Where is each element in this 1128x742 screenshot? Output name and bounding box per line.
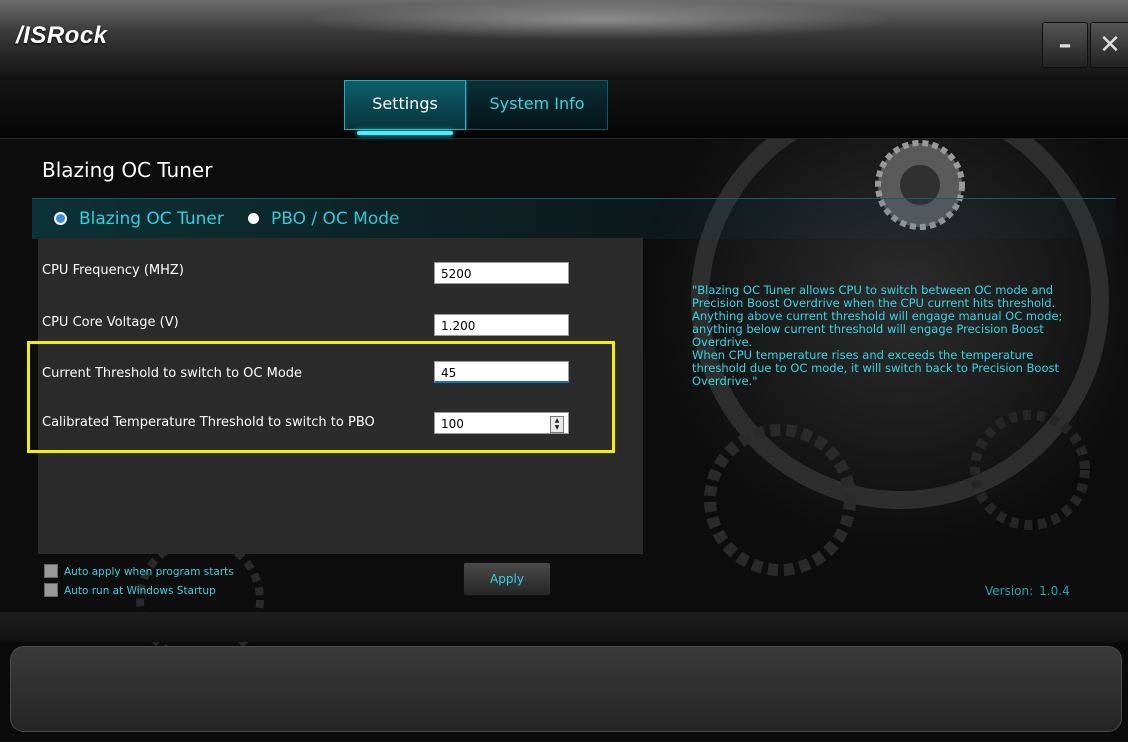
- apply-button[interactable]: Apply: [463, 562, 551, 596]
- cpu-frequency-input[interactable]: 5200: [434, 262, 569, 284]
- title-bar-sheen: [300, 0, 900, 40]
- asrock-logo: /ISRock: [16, 22, 108, 49]
- title-bar: /ISRock – ✕: [0, 0, 1128, 81]
- radio-blazing-label: Blazing OC Tuner: [79, 209, 224, 229]
- mode-selector: Blazing OC Tuner PBO / OC Mode: [32, 198, 1116, 239]
- minimize-button[interactable]: –: [1042, 22, 1088, 68]
- auto-run-checkbox[interactable]: Auto run at Windows Startup: [44, 583, 216, 598]
- cpu-core-voltage-label: CPU Core Voltage (V): [42, 315, 179, 330]
- auto-apply-label: Auto apply when program starts: [64, 566, 234, 578]
- minimize-icon: –: [1058, 30, 1072, 60]
- bottom-panel: [10, 646, 1122, 732]
- radio-blazing-oc-tuner[interactable]: Blazing OC Tuner: [54, 209, 224, 229]
- checkbox-icon: [44, 583, 58, 597]
- cpu-frequency-label: CPU Frequency (MHZ): [42, 263, 184, 278]
- tab-settings[interactable]: Settings: [344, 80, 466, 135]
- tab-settings-label: Settings: [372, 94, 438, 113]
- cpu-core-voltage-input[interactable]: 1.200: [434, 314, 569, 336]
- version-info: Version: 1.0.4: [985, 584, 1070, 598]
- close-button[interactable]: ✕: [1090, 22, 1128, 68]
- section-title: Blazing OC Tuner: [42, 158, 213, 182]
- tab-system-info[interactable]: System Info: [466, 80, 608, 130]
- app-window: /ISRock – ✕ Settings System Info Blazing…: [0, 0, 1128, 742]
- radio-selected-icon: [54, 211, 67, 225]
- tab-bar: Settings System Info: [0, 80, 1128, 139]
- radio-unselected-icon: [248, 212, 259, 224]
- version-value: 1.0.4: [1039, 584, 1070, 598]
- radio-pbo-oc-mode[interactable]: PBO / OC Mode: [248, 209, 400, 229]
- description-text: "Blazing OC Tuner allows CPU to switch b…: [692, 283, 1063, 388]
- active-tab-indicator: [357, 131, 453, 135]
- auto-apply-checkbox[interactable]: Auto apply when program starts: [44, 564, 234, 579]
- version-label: Version:: [985, 584, 1034, 598]
- radio-pbo-label: PBO / OC Mode: [271, 209, 400, 229]
- tab-system-info-label: System Info: [489, 94, 585, 113]
- highlight-annotation-box: [27, 341, 615, 453]
- checkbox-icon: [44, 564, 58, 578]
- close-icon: ✕: [1099, 30, 1121, 60]
- auto-run-label: Auto run at Windows Startup: [64, 585, 216, 597]
- bottom-strip: [0, 612, 1128, 642]
